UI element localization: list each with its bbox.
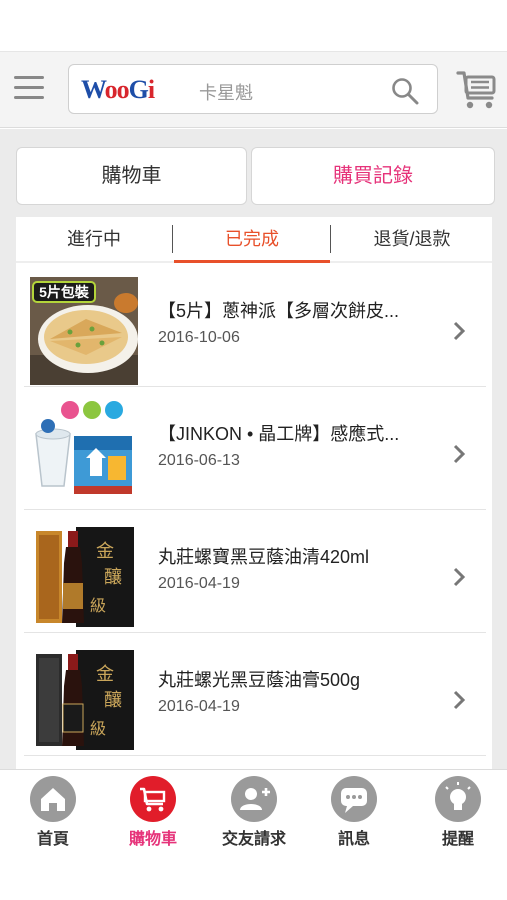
menu-line (14, 96, 44, 99)
order-title: 丸莊螺光黑豆蔭油膏500g (158, 670, 361, 690)
chevron-right-icon (453, 690, 466, 710)
nav-label: 首頁 (36, 831, 69, 848)
water-dispenser-picture (30, 400, 138, 508)
svg-text:金: 金 (96, 541, 114, 562)
order-title: 【JINKON • 晶工牌】感應式... (158, 424, 400, 444)
order-date: 2016-10-06 (158, 329, 240, 346)
nav-label: 提醒 (441, 831, 474, 848)
nav-label: 訊息 (337, 831, 370, 848)
svg-text:級: 級 (90, 596, 106, 615)
order-row[interactable]: 5片包裝 【5片】蔥神派【多層次餅皮... 2016-10-06 (24, 265, 486, 387)
order-title: 丸莊螺寶黑豆蔭油清420ml (158, 547, 370, 567)
order-title: 【5片】蔥神派【多層次餅皮... (158, 301, 400, 321)
nav-reminders[interactable]: 提醒 (413, 776, 503, 848)
tab-cart[interactable]: 購物車 (16, 147, 247, 205)
add-friend-icon (231, 776, 277, 822)
svg-text:級: 級 (90, 719, 106, 738)
product-image-scallion-pancake: 5片包裝 (30, 277, 138, 385)
nav-home[interactable]: 首頁 (8, 776, 98, 848)
soy-paste-picture: 金 釀 級 (30, 646, 138, 754)
bottom-nav: 首頁 購物車 交友請求 訊息 提醒 (0, 769, 507, 850)
chevron-right-icon (453, 567, 466, 587)
order-row[interactable]: 金 釀 級 丸莊螺寶黑豆蔭油清420ml 2016-04-19 (24, 511, 486, 633)
top-tabs: 購物車 購買記錄 (16, 147, 495, 205)
home-icon (30, 776, 76, 822)
product-image-water-dispenser (30, 400, 138, 508)
chevron-right-icon (453, 444, 466, 464)
nav-label: 購物車 (128, 831, 177, 848)
svg-text:釀: 釀 (104, 690, 122, 711)
cart-list-icon[interactable] (456, 70, 498, 110)
search-icon[interactable] (391, 77, 419, 105)
status-bar (0, 0, 507, 52)
logo-letter: i (147, 75, 155, 104)
tab-purchase-history[interactable]: 購買記錄 (251, 147, 495, 205)
cart-icon (130, 776, 176, 822)
product-image-soy-sauce: 金 釀 級 (30, 523, 138, 631)
nav-friend-requests[interactable]: 交友請求 (209, 776, 299, 848)
orders-panel: 進行中 已完成 退貨/退款 5片包裝 【5片】蔥神派【多層次餅皮... 2016… (16, 217, 492, 769)
order-row[interactable]: 金 釀 級 丸莊螺光黑豆蔭油膏500g 2016-04-19 (24, 634, 486, 756)
menu-line (14, 76, 44, 79)
menu-line (14, 86, 44, 89)
tab-divider (330, 225, 331, 253)
nav-messages[interactable]: 訊息 (309, 776, 399, 848)
order-date: 2016-06-13 (158, 452, 240, 469)
order-date: 2016-04-19 (158, 575, 240, 592)
tab-divider (172, 225, 173, 253)
logo-letter: G (128, 75, 149, 104)
order-row[interactable]: 【JINKON • 晶工牌】感應式... 2016-06-13 (24, 388, 486, 510)
search-input[interactable]: 卡星魁 (199, 79, 253, 105)
chevron-right-icon (453, 321, 466, 341)
nav-label: 交友請求 (221, 831, 286, 848)
product-image-soy-paste: 金 釀 級 (30, 646, 138, 754)
message-icon (331, 776, 377, 822)
svg-text:金: 金 (96, 664, 114, 685)
soy-sauce-picture: 金 釀 級 (30, 523, 138, 631)
package-badge: 5片包裝 (32, 281, 96, 303)
logo-letter: W (81, 75, 106, 104)
lightbulb-icon (435, 776, 481, 822)
tab-completed[interactable]: 已完成 (174, 217, 330, 263)
menu-button[interactable] (14, 76, 44, 102)
nav-cart[interactable]: 購物車 (108, 776, 198, 848)
woogi-logo: WooGi (81, 75, 155, 105)
header: WooGi 卡星魁 (0, 52, 507, 128)
main-content: 購物車 購買記錄 進行中 已完成 退貨/退款 5片包裝 【5片】蔥神派【多層次餅… (0, 129, 507, 769)
tab-returns[interactable]: 退貨/退款 (332, 217, 492, 263)
status-tabs: 進行中 已完成 退貨/退款 (16, 217, 492, 263)
order-date: 2016-04-19 (158, 698, 240, 715)
logo-letter: oo (104, 75, 130, 104)
tab-in-progress[interactable]: 進行中 (16, 217, 172, 263)
svg-text:釀: 釀 (104, 567, 122, 588)
search-box[interactable]: WooGi 卡星魁 (68, 64, 438, 114)
